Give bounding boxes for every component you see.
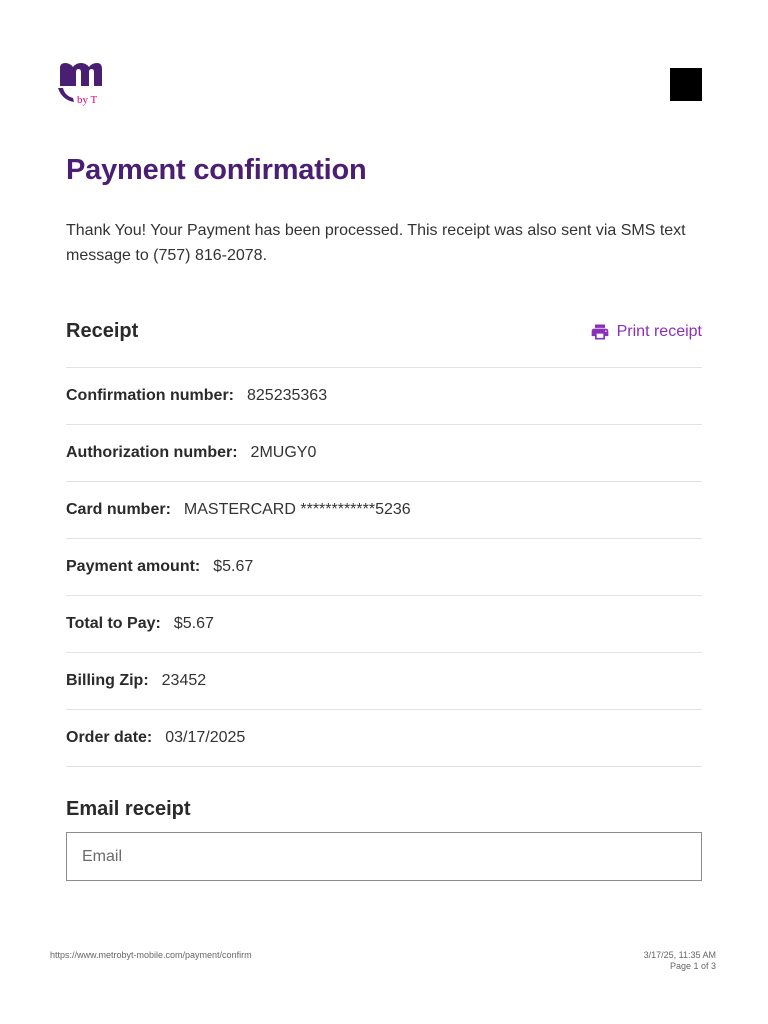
receipt-heading: Receipt — [66, 320, 139, 342]
header-square-icon — [670, 68, 702, 101]
row-value: $5.67 — [173, 615, 214, 632]
header: by T — [0, 0, 768, 130]
row-value: 03/17/2025 — [165, 729, 246, 746]
receipt-row-order-date: Order date: 03/17/2025 — [66, 710, 702, 767]
receipt-row-authorization-number: Authorization number: 2MUGY0 — [66, 425, 702, 482]
print-receipt-button[interactable]: Print receipt — [590, 322, 702, 342]
email-input[interactable] — [66, 832, 702, 881]
receipt-row-confirmation-number: Confirmation number: 825235363 — [66, 368, 702, 425]
receipt-row-billing-zip: Billing Zip: 23452 — [66, 653, 702, 710]
footer-url: https://www.metrobyt-mobile.com/payment/… — [50, 950, 252, 960]
row-value: 2MUGY0 — [250, 444, 317, 461]
row-label: Billing Zip: — [66, 672, 149, 689]
receipt-row-card-number: Card number: MASTERCARD ************5236 — [66, 482, 702, 539]
confirmation-message: Thank You! Your Payment has been process… — [66, 222, 686, 264]
row-label: Order date: — [66, 729, 153, 746]
footer-page-number: Page 1 of 3 — [669, 961, 716, 971]
logo-text: by T — [77, 94, 98, 106]
receipt-row-total-to-pay: Total to Pay: $5.67 — [66, 596, 702, 653]
receipt-row-payment-amount: Payment amount: $5.67 — [66, 539, 702, 596]
email-receipt-heading: Email receipt — [66, 798, 191, 820]
printer-icon — [591, 324, 608, 340]
metro-logo[interactable]: by T — [56, 58, 108, 110]
print-receipt-label: Print receipt — [616, 323, 702, 340]
metro-logo-icon: by T — [58, 63, 102, 106]
receipt-details: Confirmation number: 825235363 Authoriza… — [66, 367, 702, 767]
row-label: Confirmation number: — [66, 387, 234, 404]
row-value: 23452 — [161, 672, 207, 689]
footer-meta: 3/17/25, 11:35 AM Page 1 of 3 — [644, 950, 716, 972]
page-title: Payment confirmation — [66, 154, 367, 186]
row-label: Card number: — [66, 501, 171, 518]
row-label: Payment amount: — [66, 558, 201, 575]
row-value: $5.67 — [213, 558, 254, 575]
payment-confirmation-page: by T Payment confirmation Thank You! You… — [0, 0, 768, 1024]
footer-datetime: 3/17/25, 11:35 AM — [643, 950, 716, 960]
row-value: MASTERCARD ************5236 — [183, 501, 411, 518]
row-label: Total to Pay: — [66, 615, 161, 632]
row-label: Authorization number: — [66, 444, 238, 461]
row-value: 825235363 — [247, 387, 328, 404]
